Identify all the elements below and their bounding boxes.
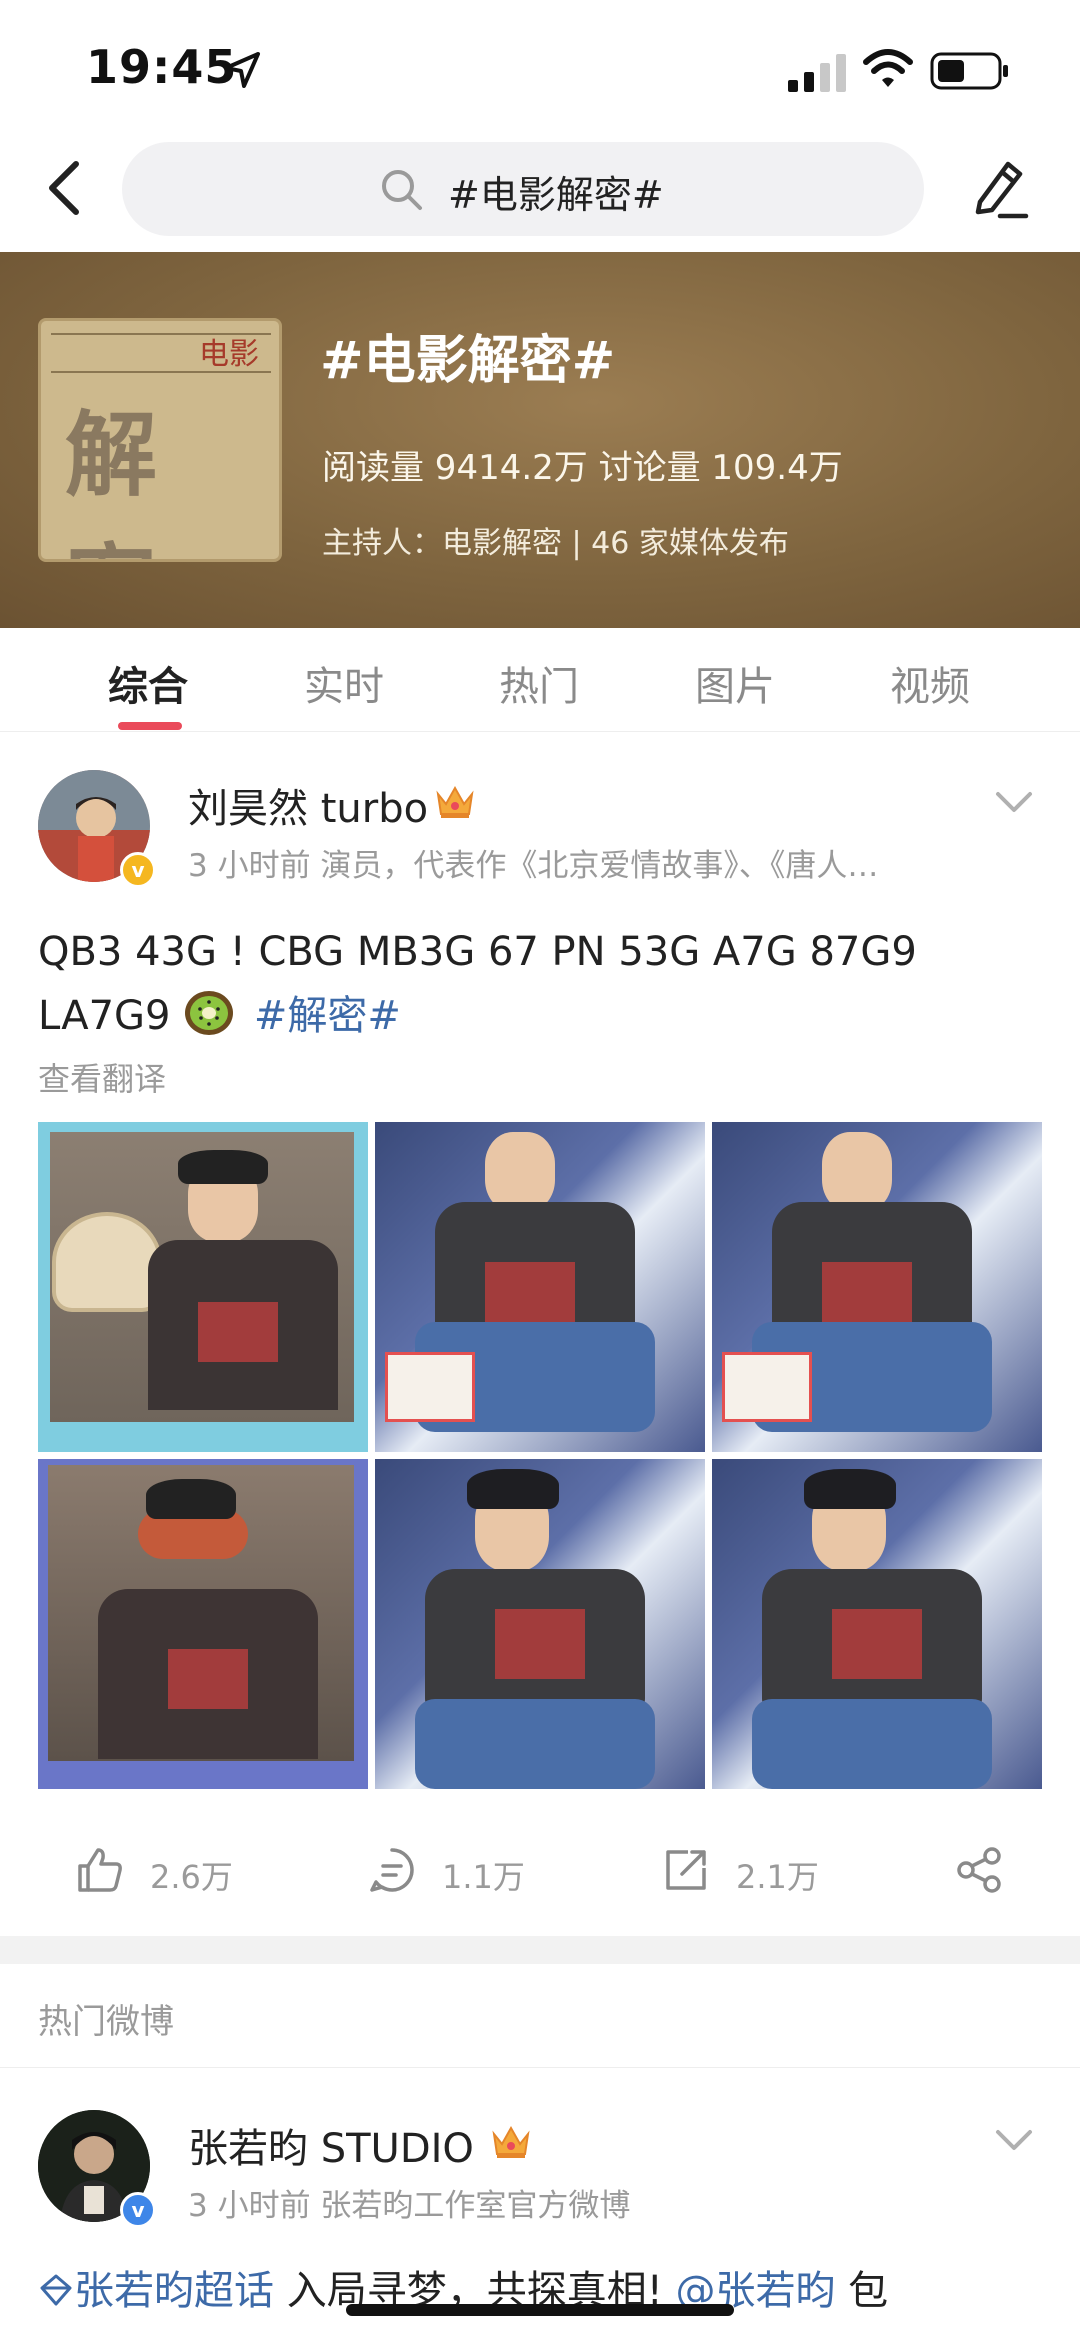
photo-3[interactable] (712, 1122, 1042, 1452)
topic-stats: 阅读量 9414.2万 讨论量 109.4万 (322, 448, 843, 488)
search-query: #电影解密# (448, 173, 664, 217)
author-name[interactable]: 刘昊然 turbo (188, 776, 428, 834)
photo-6[interactable] (712, 1459, 1042, 1789)
photo-1[interactable] (38, 1122, 368, 1452)
topic-title: #电影解密# (320, 331, 616, 391)
post-text-line-2: LA7G9 #解密# (38, 984, 1038, 1048)
wifi-icon (863, 49, 913, 87)
post-text-line-1: QB3 43G ! CBG MB3G 67 PN 53G A7G 87G9 (38, 929, 917, 975)
post-meta: 3 小时前 张若昀工作室官方微博 (188, 2188, 631, 2224)
cover-stamp: 电影 (199, 337, 259, 372)
post-meta: 3 小时前 演员，代表作《北京爱情故事》、《唐人… (188, 848, 879, 884)
diamond-icon (40, 2274, 72, 2306)
photo-5[interactable] (375, 1459, 705, 1789)
status-bar: 19:45 (0, 0, 1080, 140)
chevron-down-icon[interactable] (994, 2128, 1034, 2154)
battery-icon (930, 52, 1008, 90)
post-card[interactable]: v 张若昀 STUDIO 3 小时前 张若昀工作室官方微博 张若昀超话 入局寻梦… (0, 2068, 1080, 2337)
post-text-prefix: LA7G9 (38, 993, 171, 1039)
photo-grid (38, 1122, 1042, 1789)
comment-count[interactable]: 1.1万 (442, 1852, 525, 1898)
share-icon[interactable] (954, 1844, 1006, 1896)
pencil-icon[interactable] (966, 156, 1030, 220)
tab-comprehensive[interactable]: 综合 (108, 654, 188, 712)
post-text: QB3 43G ! CBG MB3G 67 PN 53G A7G 87G9 LA… (38, 920, 1038, 1048)
chevron-down-icon[interactable] (994, 790, 1034, 816)
hot-section-header: 热门微博 (0, 1964, 1080, 2068)
comment-icon[interactable] (366, 1844, 418, 1896)
tab-bar: 综合 实时 热门 图片 视频 (0, 628, 1080, 732)
tab-realtime[interactable]: 实时 (304, 654, 384, 712)
like-count[interactable]: 2.6万 (150, 1852, 233, 1898)
search-input[interactable]: #电影解密# (122, 142, 924, 236)
hashtag-link[interactable]: #解密# (254, 993, 401, 1039)
location-arrow-icon (224, 52, 260, 88)
hot-section-label: 热门微博 (38, 2002, 174, 2042)
kiwi-emoji-icon (185, 991, 234, 1035)
chevron-left-icon[interactable] (36, 156, 96, 220)
signal-icon (788, 54, 846, 92)
photo-2[interactable] (375, 1122, 705, 1452)
verified-badge: v (120, 2192, 156, 2228)
photo-4[interactable] (38, 1459, 368, 1789)
topic-host[interactable]: 主持人：电影解密 | 46 家媒体发布 (322, 518, 789, 562)
topic-cover-image[interactable]: 电影 解 密 (38, 318, 282, 562)
cover-glyph: 解 密 (65, 402, 160, 559)
active-tab-indicator (118, 722, 182, 730)
post-card[interactable]: v 刘昊然 turbo 3 小时前 演员，代表作《北京爱情故事》、《唐人… QB… (0, 734, 1080, 1936)
search-icon (382, 170, 422, 210)
post-text-end: 包 (835, 2268, 889, 2314)
verified-badge: v (120, 852, 156, 888)
tab-videos[interactable]: 视频 (890, 654, 970, 712)
repost-icon[interactable] (660, 1844, 712, 1896)
crown-icon (492, 2125, 530, 2158)
tab-images[interactable]: 图片 (695, 654, 775, 712)
repost-count[interactable]: 2.1万 (736, 1852, 819, 1898)
super-topic-link[interactable]: 张若昀超话 (74, 2268, 274, 2314)
author-name[interactable]: 张若昀 STUDIO (188, 2116, 474, 2174)
topic-header: 电影 解 密 #电影解密# 阅读量 9414.2万 讨论量 109.4万 主持人… (0, 252, 1080, 628)
thumbs-up-icon[interactable] (74, 1844, 126, 1896)
crown-icon (436, 785, 474, 818)
status-time: 19:45 (86, 40, 238, 94)
home-indicator[interactable] (346, 2304, 734, 2316)
section-divider (0, 1936, 1080, 1964)
tab-hot[interactable]: 热门 (499, 654, 579, 712)
post-actions: 2.6万 1.1万 2.1万 (0, 1824, 1080, 1914)
nav-bar: #电影解密# (0, 130, 1080, 250)
translate-link[interactable]: 查看翻译 (38, 1054, 166, 1100)
